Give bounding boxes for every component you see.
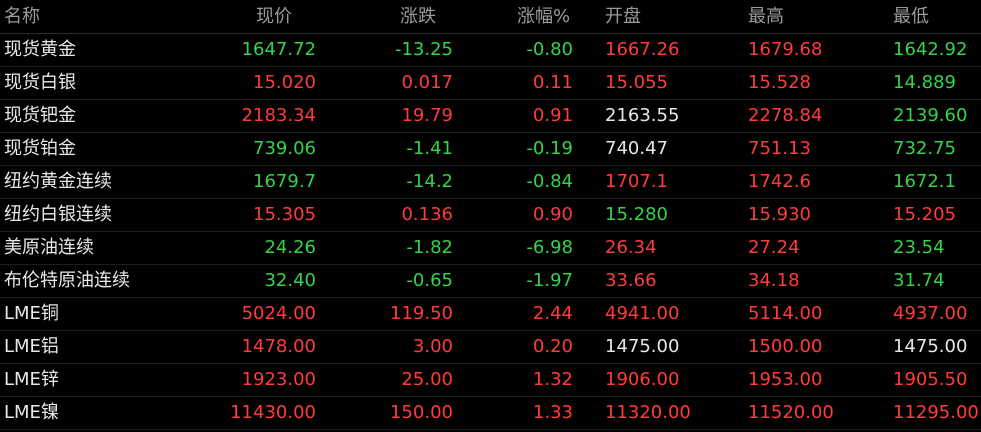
change-percent-cell: 0.91 <box>532 105 573 126</box>
low-cell: 1642.92 <box>893 39 968 60</box>
open-cell: 2163.55 <box>605 105 680 126</box>
open-cell: 740.47 <box>605 138 668 159</box>
high-cell: 15.930 <box>748 204 811 225</box>
header-name[interactable]: 名称 <box>4 0 40 33</box>
table-row[interactable]: 美原油连续 24.26 -1.82 -6.98 26.34 27.24 23.54 <box>0 231 981 265</box>
header-change-percent[interactable]: 涨幅% <box>517 0 570 33</box>
table-row[interactable]: LME铝 1478.00 3.00 0.20 1475.00 1500.00 1475.00 <box>0 330 981 364</box>
high-cell: 34.18 <box>748 270 800 291</box>
table-row[interactable]: 现货铂金 739.06 -1.41 -0.19 740.47 751.13 732.75 <box>0 132 981 166</box>
open-cell: 11320.00 <box>605 402 691 423</box>
low-cell: 732.75 <box>893 138 956 159</box>
high-cell: 15.528 <box>748 72 811 93</box>
low-cell: 23.54 <box>893 237 945 258</box>
quote-table: 名称 现价 涨跌 涨幅% 开盘 最高 最低 现货黄金 1647.72 -13.25-… <box>0 0 981 432</box>
change-percent-cell: 1.32 <box>532 369 573 390</box>
low-cell: 4937.00 <box>893 303 968 324</box>
low-cell: 15.205 <box>893 204 956 225</box>
change-percent-cell: 0.11 <box>532 72 573 93</box>
header-high[interactable]: 最高 <box>748 0 784 33</box>
open-cell: 4941.00 <box>605 303 680 324</box>
high-cell: 5114.00 <box>748 303 823 324</box>
high-cell: 1953.00 <box>748 369 823 390</box>
low-cell: 1475.00 <box>893 336 968 357</box>
header-open[interactable]: 开盘 <box>605 0 641 33</box>
change-percent-cell: -0.80 <box>526 39 573 60</box>
change-percent-cell: 2.44 <box>532 303 573 324</box>
low-cell: 2139.60 <box>893 105 968 126</box>
table-row[interactable]: LME锌 1923.00 25.00 1.32 1906.00 1953.00 1905.5… <box>0 363 981 397</box>
table-row[interactable]: 现货黄金 1647.72 -13.25 -0.80 1667.26 1679.68 1642… <box>0 33 981 67</box>
table-row[interactable]: 现货钯金 2183.34 19.79 0.91 2163.55 2278.84 2139.6… <box>0 99 981 133</box>
open-cell: 1707.1 <box>605 171 668 192</box>
header-change[interactable]: 涨跌 <box>400 0 436 33</box>
open-cell: 15.055 <box>605 72 668 93</box>
high-cell: 1500.00 <box>748 336 823 357</box>
high-cell: 11520.00 <box>748 402 834 423</box>
table-row[interactable]: 现货白银 15.020 0.017 0.11 15.055 15.528 14.889 <box>0 66 981 100</box>
high-cell: 1679.68 <box>748 39 823 60</box>
change-percent-cell: -0.19 <box>526 138 573 159</box>
table-row[interactable]: 纽约黄金连续 1679.7 -14.2 -0.84 1707.1 1742.6 1672.1 <box>0 165 981 199</box>
low-cell: 11295.00 <box>893 402 979 423</box>
table-row[interactable]: 布伦特原油连续 32.40 -0.65 -1.97 33.66 34.18 31.74 <box>0 264 981 298</box>
low-cell: 1905.50 <box>893 369 968 390</box>
open-cell: 1475.00 <box>605 336 680 357</box>
header-low[interactable]: 最低 <box>893 0 929 33</box>
open-cell: 15.280 <box>605 204 668 225</box>
open-cell: 33.66 <box>605 270 657 291</box>
high-cell: 2278.84 <box>748 105 823 126</box>
table-row[interactable]: LME铜 5024.00 119.50 2.44 4941.00 5114.00 4937.… <box>0 297 981 331</box>
change-percent-cell: -0.84 <box>526 171 573 192</box>
low-cell: 14.889 <box>893 72 956 93</box>
low-cell: 31.74 <box>893 270 945 291</box>
change-percent-cell: 0.20 <box>532 336 573 357</box>
high-cell: 1742.6 <box>748 171 811 192</box>
high-cell: 27.24 <box>748 237 800 258</box>
table-row[interactable]: 纽约白银连续 15.305 0.136 0.90 15.280 15.930 15.205 <box>0 198 981 232</box>
change-percent-cell: -1.97 <box>526 270 573 291</box>
change-percent-cell: 0.90 <box>532 204 573 225</box>
high-cell: 751.13 <box>748 138 811 159</box>
open-cell: 1667.26 <box>605 39 680 60</box>
header-price[interactable]: 现价 <box>256 0 292 33</box>
change-percent-cell: -6.98 <box>526 237 573 258</box>
open-cell: 26.34 <box>605 237 657 258</box>
table-row[interactable]: LME镍 11430.00 150.00 1.33 11320.00 11520.00 11… <box>0 396 981 430</box>
open-cell: 1906.00 <box>605 369 680 390</box>
low-cell: 1672.1 <box>893 171 956 192</box>
table-header: 名称 现价 涨跌 涨幅% 开盘 最高 最低 <box>0 0 981 34</box>
change-percent-cell: 1.33 <box>532 402 573 423</box>
